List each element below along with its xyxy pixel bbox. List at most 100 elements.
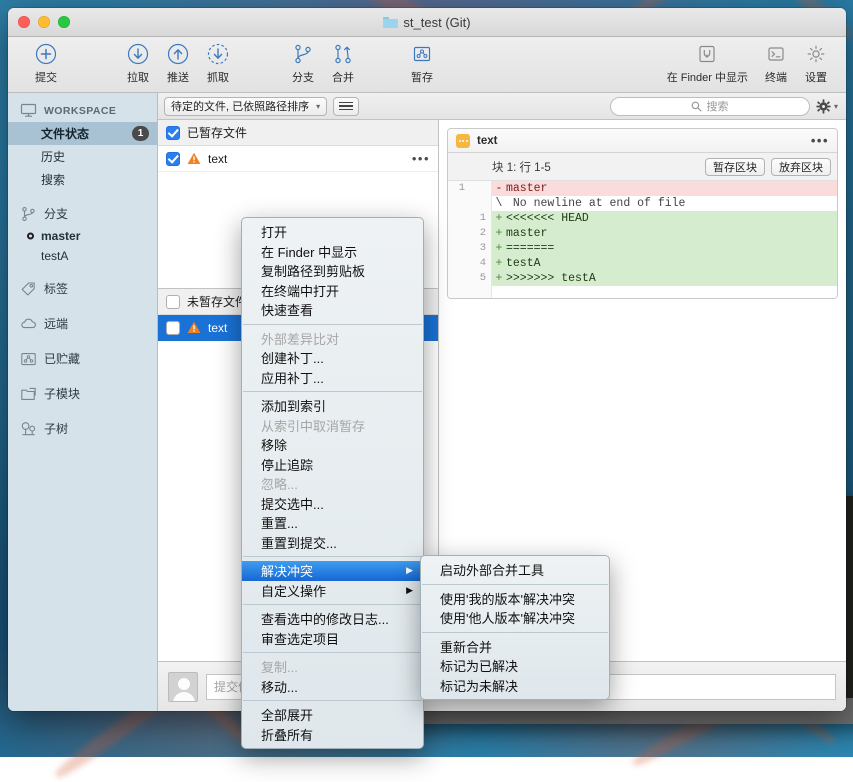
toolbar-button-terminal[interactable]: 终端 (756, 41, 796, 85)
more-dots-icon[interactable]: ••• (811, 134, 829, 147)
stage-hunk-button[interactable]: 暂存区块 (705, 158, 765, 176)
title-bar: st_test (Git) (8, 8, 846, 37)
menu-item-label: 重置到提交... (261, 533, 337, 552)
sidebar-group-tags[interactable]: 标签 (8, 274, 157, 301)
menu-item-resolve-conflicts[interactable]: 解决冲突 ▶ (242, 561, 423, 581)
folder-icon (383, 16, 398, 28)
search-icon (691, 101, 702, 112)
diff-old-line-number (448, 226, 470, 241)
menu-item-add-to-index[interactable]: 添加到索引 (242, 396, 423, 416)
zoom-button[interactable] (58, 16, 70, 28)
toolbar-button-push[interactable]: 推送 (158, 41, 198, 85)
sidebar-header-label: WORKSPACE (44, 105, 116, 117)
diff-line-text: master (506, 181, 547, 196)
sidebar-group-subtrees[interactable]: 子树 (8, 414, 157, 441)
menu-item-label: 应用补丁... (261, 368, 324, 387)
submenu-item-resolve-using-theirs[interactable]: 使用'他人版本'解决冲突 (421, 608, 609, 628)
sidebar-item-label-history: 历史 (41, 148, 65, 165)
window-title: st_test (Git) (403, 15, 470, 30)
toolbar-button-stash[interactable]: 暂存 (403, 41, 441, 85)
toolbar-button-show-in-finder[interactable]: 在 Finder 中显示 (659, 41, 756, 85)
menu-item-open[interactable]: 打开 (242, 222, 423, 242)
diff-line-text: >>>>>>> testA (506, 271, 596, 286)
menu-separator (243, 700, 422, 701)
menu-item-expand-all[interactable]: 全部展开 (242, 705, 423, 725)
sidebar-group-submodules[interactable]: 子模块 (8, 379, 157, 406)
sort-dropdown-label: 待定的文件, 已依照路径排序 (171, 98, 309, 114)
menu-item-custom-actions[interactable]: 自定义操作 ▶ (242, 581, 423, 601)
diff-new-line-number: 1 (470, 211, 492, 226)
toolbar-button-merge[interactable]: 合并 (323, 41, 363, 85)
submenu-item-mark-resolved[interactable]: 标记为已解决 (421, 656, 609, 676)
menu-item-apply-patch[interactable]: 应用补丁... (242, 368, 423, 388)
menu-item-view-selected-log[interactable]: 查看选中的修改日志... (242, 609, 423, 629)
stash-icon (20, 351, 37, 366)
menu-item-external-diff: 外部差异比对 (242, 329, 423, 349)
menu-item-collapse-all[interactable]: 折叠所有 (242, 725, 423, 745)
sidebar-item-file-status[interactable]: 文件状态 1 (8, 122, 157, 145)
sort-dropdown[interactable]: 待定的文件, 已依照路径排序 ▾ (164, 97, 327, 116)
toolbar-button-settings[interactable]: 设置 (796, 41, 836, 85)
menu-item-copy-path[interactable]: 复制路径到剪贴板 (242, 261, 423, 281)
staged-files-header[interactable]: 已暂存文件 (158, 120, 438, 146)
discard-hunk-button[interactable]: 放弃区块 (771, 158, 831, 176)
menu-item-quick-look[interactable]: 快速查看 (242, 300, 423, 320)
menu-item-open-in-terminal[interactable]: 在终端中打开 (242, 281, 423, 301)
toolbar-button-fetch[interactable]: 抓取 (198, 41, 238, 85)
menu-item-create-patch[interactable]: 创建补丁... (242, 348, 423, 368)
table-row[interactable]: text ••• (158, 146, 438, 172)
sidebar-item-branch-testa[interactable]: testA (8, 246, 157, 266)
list-view-icon[interactable] (333, 97, 359, 116)
row-checkbox[interactable] (166, 152, 180, 166)
menu-item-reset-to-commit[interactable]: 重置到提交... (242, 533, 423, 553)
search-input[interactable]: 搜索 (610, 97, 810, 116)
arrow-down-dashed-circle-icon (207, 41, 229, 67)
diff-line-sign: + (492, 256, 506, 271)
diff-file-name: text (477, 135, 497, 147)
sidebar-group-branches[interactable]: 分支 (8, 199, 157, 226)
menu-item-reset[interactable]: 重置... (242, 513, 423, 533)
sidebar-item-search[interactable]: 搜索 (8, 168, 157, 191)
sidebar-item-history[interactable]: 历史 (8, 145, 157, 168)
plus-circle-icon (35, 41, 57, 67)
sidebar-group-remotes[interactable]: 远端 (8, 309, 157, 336)
menu-item-label: 忽略... (261, 474, 298, 493)
menu-item-stop-tracking[interactable]: 停止追踪 (242, 455, 423, 475)
diff-line-text: testA (506, 256, 541, 271)
row-file-name: text (208, 321, 227, 335)
menu-item-label: 外部差异比对 (261, 329, 339, 348)
diff-file-header: text ••• (448, 129, 837, 153)
menu-item-label: 重新合并 (440, 637, 492, 656)
minimize-button[interactable] (38, 16, 50, 28)
submenu-item-resolve-using-mine[interactable]: 使用'我的版本'解决冲突 (421, 589, 609, 609)
toolbar-button-commit[interactable]: 提交 (26, 41, 66, 85)
sidebar-group-stashes[interactable]: 已贮藏 (8, 344, 157, 371)
unstaged-files-checkbox[interactable] (166, 295, 180, 309)
submenu-item-launch-external-merge-tool[interactable]: 启动外部合并工具 (421, 560, 609, 580)
sidebar-item-branch-master[interactable]: master (8, 226, 157, 246)
menu-item-label: 快速查看 (261, 300, 313, 319)
staged-files-checkbox[interactable] (166, 126, 180, 140)
submenu-item-restart-merge[interactable]: 重新合并 (421, 637, 609, 657)
gear-icon (816, 99, 831, 114)
menu-separator (243, 556, 422, 557)
submenu-item-mark-unresolved[interactable]: 标记为未解决 (421, 676, 609, 696)
row-file-name: text (208, 152, 227, 166)
row-checkbox[interactable] (166, 321, 180, 335)
menu-item-move[interactable]: 移动... (242, 677, 423, 697)
menu-item-commit-selected[interactable]: 提交选中... (242, 494, 423, 514)
filter-settings-button[interactable]: ▾ (816, 99, 840, 114)
diff-new-line-number: 3 (470, 241, 492, 256)
menu-item-copy: 复制... (242, 657, 423, 677)
menu-item-label: 审查选定项目 (261, 629, 339, 648)
merge-icon (332, 41, 354, 67)
menu-item-remove[interactable]: 移除 (242, 435, 423, 455)
menu-item-review-selected[interactable]: 审查选定项目 (242, 629, 423, 649)
menu-item-show-in-finder[interactable]: 在 Finder 中显示 (242, 242, 423, 262)
traffic-lights[interactable] (18, 16, 70, 28)
more-dots-icon[interactable]: ••• (412, 152, 430, 165)
toolbar-button-branch[interactable]: 分支 (283, 41, 323, 85)
close-button[interactable] (18, 16, 30, 28)
window-title-container: st_test (Git) (8, 8, 846, 36)
toolbar-button-pull[interactable]: 拉取 (118, 41, 158, 85)
